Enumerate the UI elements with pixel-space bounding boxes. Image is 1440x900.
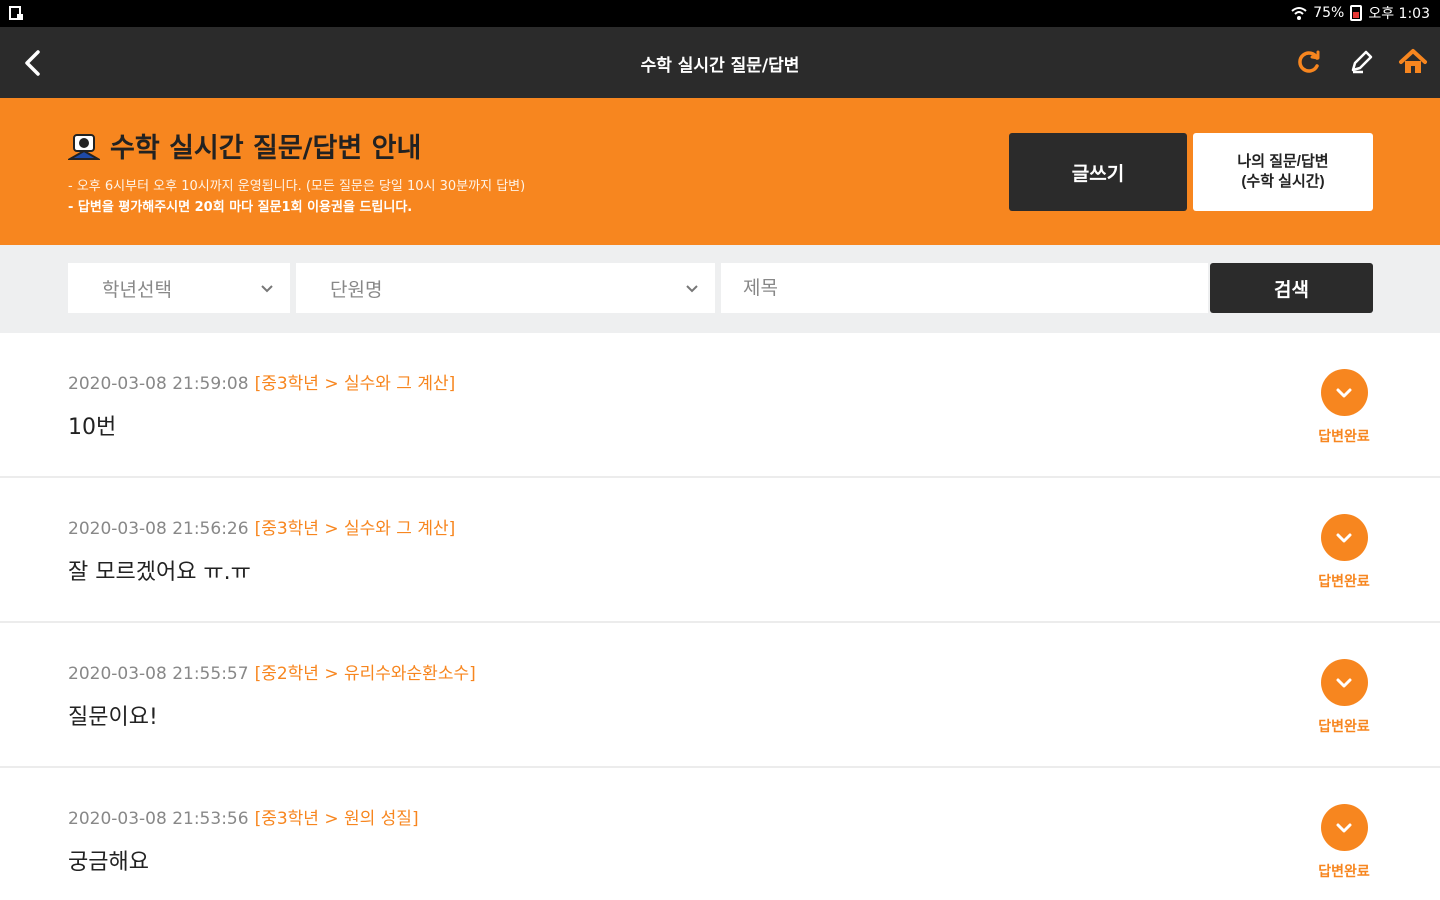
question-meta: 2020-03-08 21:59:08 [중3학년 > 실수와 그 계산]: [68, 369, 455, 394]
question-meta: 2020-03-08 21:53:56 [중3학년 > 원의 성질]: [68, 804, 419, 829]
status-bar: 75% 오후 1:03: [0, 0, 1440, 27]
question-category: [중3학년 > 실수와 그 계산]: [254, 519, 456, 539]
banner-desc-line1: - 오후 6시부터 오후 10시까지 운영됩니다. (모든 질문은 당일 10시…: [68, 179, 526, 194]
grade-select[interactable]: 학년선택: [68, 263, 290, 313]
edit-button[interactable]: [1344, 45, 1378, 79]
home-button[interactable]: [1396, 45, 1430, 79]
unit-select-value: 단원명: [330, 278, 383, 301]
header-actions: [1292, 45, 1430, 79]
question-meta: 2020-03-08 21:56:26 [중3학년 > 실수와 그 계산]: [68, 514, 455, 539]
question-title: 10번: [68, 415, 117, 440]
student-icon: [68, 133, 100, 160]
download-notification-icon: [9, 6, 23, 20]
chevron-down-icon: [261, 285, 273, 293]
check-circle-icon: [1320, 369, 1368, 416]
my-questions-button[interactable]: 나의 질문/답변 (수학 실시간): [1193, 133, 1373, 211]
my-questions-label-2: (수학 실시간): [1241, 173, 1325, 190]
wifi-icon: [1291, 7, 1307, 20]
question-datetime: 2020-03-08 21:55:57: [68, 664, 249, 684]
info-banner: 수학 실시간 질문/답변 안내 - 오후 6시부터 오후 10시까지 운영됩니다…: [0, 98, 1440, 245]
search-bar: 학년선택 단원명 검색: [0, 245, 1440, 333]
write-button[interactable]: 글쓰기: [1009, 133, 1187, 211]
question-datetime: 2020-03-08 21:53:56: [68, 809, 249, 829]
title-search-input[interactable]: [721, 263, 1208, 313]
refresh-button[interactable]: [1292, 45, 1326, 79]
question-title: 잘 모르겠어요 ㅠ.ㅠ: [68, 560, 251, 585]
question-title: 질문이요!: [68, 705, 158, 730]
check-circle-icon: [1320, 804, 1368, 851]
search-button[interactable]: 검색: [1210, 263, 1373, 313]
list-item[interactable]: 2020-03-08 21:59:08 [중3학년 > 실수와 그 계산] 10번…: [0, 333, 1440, 478]
answer-status: 답변완료: [1312, 804, 1376, 881]
answer-status: 답변완료: [1312, 369, 1376, 446]
banner-desc-line2: - 답변을 평가해주시면 20회 마다 질문1회 이용권을 드립니다.: [68, 200, 413, 215]
clock: 오후 1:03: [1368, 6, 1430, 22]
check-circle-icon: [1320, 659, 1368, 706]
banner-title-row: 수학 실시간 질문/답변 안내: [68, 126, 421, 165]
question-category: [중3학년 > 원의 성질]: [254, 809, 419, 829]
unit-select[interactable]: 단원명: [296, 263, 715, 313]
question-category: [중2학년 > 유리수와순환소수]: [254, 664, 476, 684]
page-title: 수학 실시간 질문/답변: [640, 56, 800, 76]
answer-status: 답변완료: [1312, 514, 1376, 591]
status-right: 75% 오후 1:03: [1291, 4, 1430, 22]
question-list: 2020-03-08 21:59:08 [중3학년 > 실수와 그 계산] 10번…: [0, 333, 1440, 900]
battery-percent: 75%: [1313, 5, 1345, 21]
list-item[interactable]: 2020-03-08 21:56:26 [중3학년 > 실수와 그 계산] 잘 모…: [0, 478, 1440, 623]
status-label: 답변완료: [1318, 864, 1370, 880]
home-icon: [1399, 49, 1427, 73]
question-datetime: 2020-03-08 21:59:08: [68, 374, 249, 394]
battery-icon: [1350, 5, 1363, 21]
question-datetime: 2020-03-08 21:56:26: [68, 519, 249, 539]
grade-select-value: 학년선택: [102, 278, 172, 301]
refresh-icon: [1298, 50, 1320, 73]
banner-description: - 오후 6시부터 오후 10시까지 운영됩니다. (모든 질문은 당일 10시…: [68, 176, 525, 218]
list-item[interactable]: 2020-03-08 21:55:57 [중2학년 > 유리수와순환소수] 질문이…: [0, 623, 1440, 768]
banner-title: 수학 실시간 질문/답변 안내: [110, 133, 422, 164]
question-category: [중3학년 > 실수와 그 계산]: [254, 374, 456, 394]
answer-status: 답변완료: [1312, 659, 1376, 736]
pencil-icon: [1351, 50, 1373, 74]
status-label: 답변완료: [1318, 574, 1370, 590]
my-questions-label-1: 나의 질문/답변: [1237, 153, 1329, 170]
question-title: 궁금해요: [68, 850, 149, 875]
question-meta: 2020-03-08 21:55:57 [중2학년 > 유리수와순환소수]: [68, 659, 476, 684]
status-label: 답변완료: [1318, 429, 1370, 445]
check-circle-icon: [1320, 514, 1368, 561]
chevron-down-icon: [686, 285, 698, 293]
app-header: 수학 실시간 질문/답변: [0, 27, 1440, 98]
status-label: 답변완료: [1318, 719, 1370, 735]
list-item[interactable]: 2020-03-08 21:53:56 [중3학년 > 원의 성질] 궁금해요 답…: [0, 768, 1440, 900]
